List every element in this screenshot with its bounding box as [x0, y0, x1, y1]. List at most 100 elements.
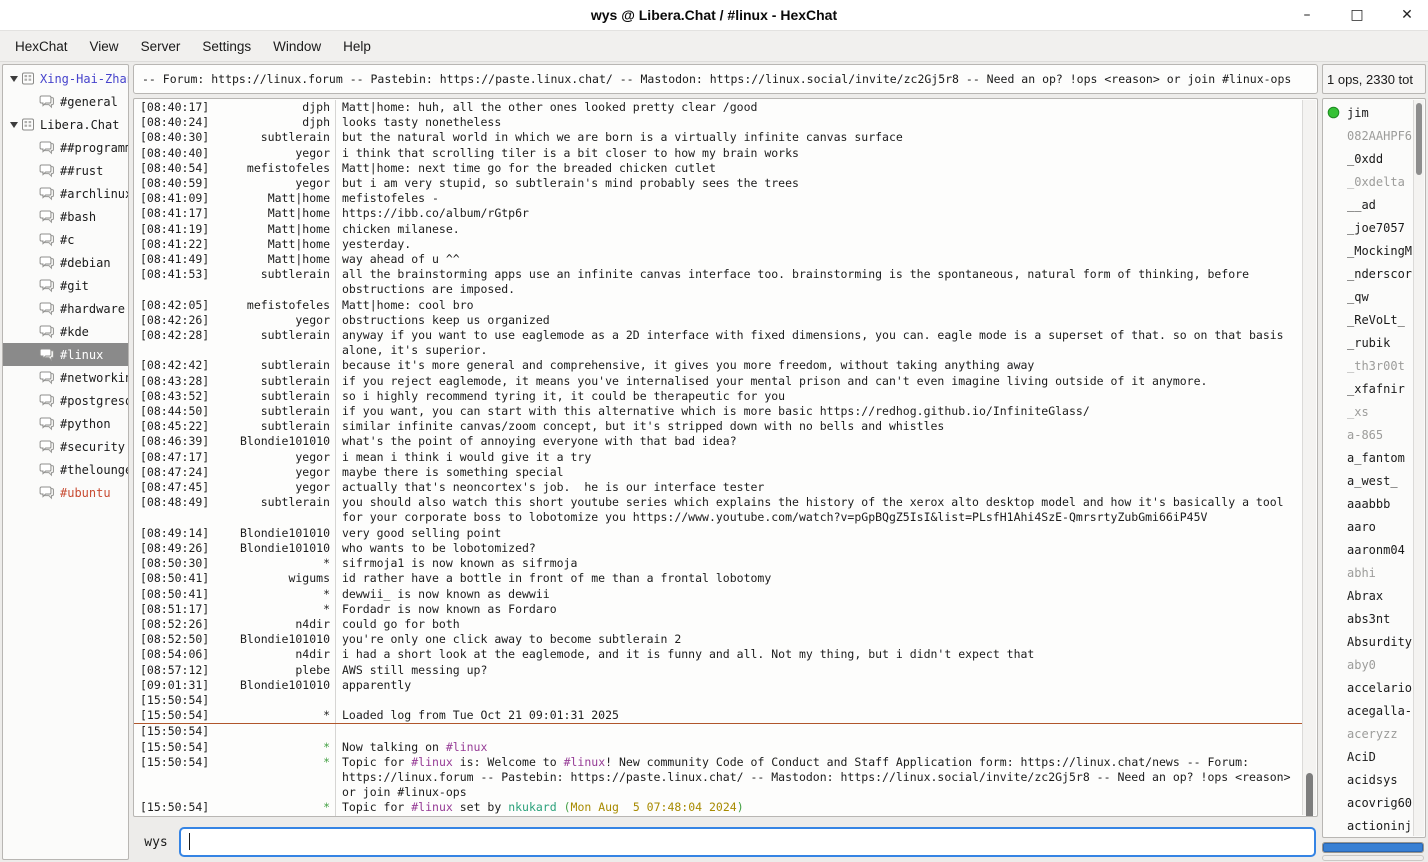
user-list-item[interactable]: _xs: [1323, 400, 1425, 423]
sidebar-server-libera-chat[interactable]: Libera.Chat: [3, 113, 128, 136]
user-list-item[interactable]: a_west_: [1323, 469, 1425, 492]
message-nick: *: [230, 755, 336, 801]
sidebar-item--hardware[interactable]: #hardware: [3, 297, 128, 320]
user-list-item[interactable]: aaronm04: [1323, 538, 1425, 561]
user-list-item[interactable]: actioninj: [1323, 814, 1425, 837]
message-nick: Blondie101010: [230, 541, 336, 556]
chat-scrollbar[interactable]: [1302, 100, 1316, 815]
menu-item-view[interactable]: View: [79, 34, 130, 59]
channel-icon: [39, 371, 55, 385]
user-nick: abs3nt: [1347, 612, 1390, 626]
user-list-item[interactable]: _MockingM: [1323, 239, 1425, 262]
chat-message-row: [08:54:06]n4diri had a short look at the…: [134, 647, 1303, 662]
sidebar-item--debian[interactable]: #debian: [3, 251, 128, 274]
message-timestamp: [09:01:31]: [134, 678, 230, 693]
sidebar-item--ubuntu[interactable]: #ubuntu: [3, 481, 128, 504]
sidebar-item--thelounge[interactable]: #thelounge: [3, 458, 128, 481]
server-tree[interactable]: Xing-Hai-Zhan#generalLibera.Chat##progra…: [2, 64, 129, 860]
message-text: similar infinite canvas/zoom concept, bu…: [336, 419, 1303, 434]
sidebar-item--networking[interactable]: #networking: [3, 366, 128, 389]
message-timestamp: [08:50:41]: [134, 571, 230, 586]
chat-message-row: [08:47:24]yegormaybe there is something …: [134, 465, 1303, 480]
sidebar-item--rust[interactable]: ##rust: [3, 159, 128, 182]
sidebar-item--python[interactable]: #python: [3, 412, 128, 435]
userlist-scrollbar[interactable]: [1413, 100, 1424, 836]
sidebar-item--archlinux[interactable]: #archlinux: [3, 182, 128, 205]
sidebar-server-xing-hai-zhan[interactable]: Xing-Hai-Zhan: [3, 67, 128, 90]
user-list-item[interactable]: _rubik: [1323, 331, 1425, 354]
user-nick: _xs: [1347, 405, 1369, 419]
user-list-item[interactable]: Abrax: [1323, 584, 1425, 607]
chat-message-row: [08:42:26]yegorobstructions keep us orga…: [134, 313, 1303, 328]
message-input[interactable]: [179, 827, 1316, 857]
user-list-item[interactable]: jim: [1323, 101, 1425, 124]
user-list-item[interactable]: AciD: [1323, 745, 1425, 768]
sidebar-item--bash[interactable]: #bash: [3, 205, 128, 228]
user-list-item[interactable]: aaabbb: [1323, 492, 1425, 515]
user-list-item[interactable]: acegalla-: [1323, 699, 1425, 722]
expander-icon[interactable]: [6, 117, 21, 132]
user-list-item[interactable]: _joe7057: [1323, 216, 1425, 239]
user-list-item[interactable]: aby0: [1323, 653, 1425, 676]
user-list[interactable]: jim082AAHPF6_0xdd_0xdelta__ad_joe7057_Mo…: [1322, 98, 1426, 838]
chat-area[interactable]: [08:40:17]djphMatt|home: huh, all the ot…: [133, 98, 1318, 817]
text-caret: [189, 833, 190, 850]
menu-item-server[interactable]: Server: [130, 34, 192, 59]
chat-message-row: [08:42:05]mefistofelesMatt|home: cool br…: [134, 298, 1303, 313]
menu-item-hexchat[interactable]: HexChat: [4, 34, 79, 59]
user-list-item[interactable]: _qw: [1323, 285, 1425, 308]
message-nick: yegor: [230, 313, 336, 328]
menu-item-help[interactable]: Help: [332, 34, 382, 59]
channel-icon: [39, 279, 55, 293]
sidebar-item--security[interactable]: #security: [3, 435, 128, 458]
message-nick: *: [230, 740, 336, 755]
user-list-item[interactable]: _th3r00t: [1323, 354, 1425, 377]
user-list-item[interactable]: 082AAHPF6: [1323, 124, 1425, 147]
user-list-item[interactable]: accelario: [1323, 676, 1425, 699]
sidebar-item--c[interactable]: #c: [3, 228, 128, 251]
close-icon[interactable]: ✕: [1394, 2, 1420, 28]
maximize-icon[interactable]: □: [1344, 2, 1370, 28]
message-timestamp: [08:42:42]: [134, 358, 230, 373]
user-list-item[interactable]: abhi: [1323, 561, 1425, 584]
menu-item-settings[interactable]: Settings: [191, 34, 262, 59]
user-list-item[interactable]: a-865: [1323, 423, 1425, 446]
user-list-item[interactable]: _nderscor: [1323, 262, 1425, 285]
user-list-item[interactable]: a_fantom: [1323, 446, 1425, 469]
user-list-item[interactable]: aaro: [1323, 515, 1425, 538]
sidebar-item--linux[interactable]: #linux: [3, 343, 128, 366]
minimize-icon[interactable]: –: [1294, 2, 1320, 28]
message-segment: is: Welcome to: [453, 755, 564, 769]
user-list-item[interactable]: _0xdd: [1323, 147, 1425, 170]
sidebar-item--general[interactable]: #general: [3, 90, 128, 113]
message-timestamp: [08:42:26]: [134, 313, 230, 328]
expander-icon[interactable]: [6, 71, 21, 86]
chat-scrollbar-thumb[interactable]: [1306, 773, 1313, 817]
tree-item-label: #bash: [60, 210, 96, 224]
user-list-item[interactable]: acovrig60: [1323, 791, 1425, 814]
channel-icon: [39, 440, 55, 454]
sidebar-item--postgresql[interactable]: #postgresql: [3, 389, 128, 412]
chat-message-row: [08:48:49]subtlerainyou should also watc…: [134, 495, 1303, 525]
user-list-item[interactable]: _xfafnir: [1323, 377, 1425, 400]
user-list-item[interactable]: _ReVoLt_: [1323, 308, 1425, 331]
user-list-item[interactable]: abs3nt: [1323, 607, 1425, 630]
user-list-item[interactable]: Absurdity: [1323, 630, 1425, 653]
message-text: what's the point of annoying everyone wi…: [336, 434, 1303, 449]
message-timestamp: [08:52:26]: [134, 617, 230, 632]
message-nick: Matt|home: [230, 191, 336, 206]
user-list-item[interactable]: aceryzz: [1323, 722, 1425, 745]
menu-item-window[interactable]: Window: [262, 34, 332, 59]
message-nick: djph: [230, 100, 336, 115]
sidebar-item--git[interactable]: #git: [3, 274, 128, 297]
topic-bar[interactable]: -- Forum: https://linux.forum -- Pastebi…: [133, 64, 1318, 94]
sidebar-item--programming[interactable]: ##programming: [3, 136, 128, 159]
user-list-item[interactable]: _0xdelta: [1323, 170, 1425, 193]
chat-message-row: [08:41:49]Matt|homeway ahead of u ^^: [134, 252, 1303, 267]
message-text: i had a short look at the eaglemode, and…: [336, 647, 1303, 662]
channel-icon: [39, 348, 55, 362]
user-list-item[interactable]: __ad: [1323, 193, 1425, 216]
userlist-scrollbar-thumb[interactable]: [1416, 103, 1422, 175]
sidebar-item--kde[interactable]: #kde: [3, 320, 128, 343]
user-list-item[interactable]: acidsys: [1323, 768, 1425, 791]
